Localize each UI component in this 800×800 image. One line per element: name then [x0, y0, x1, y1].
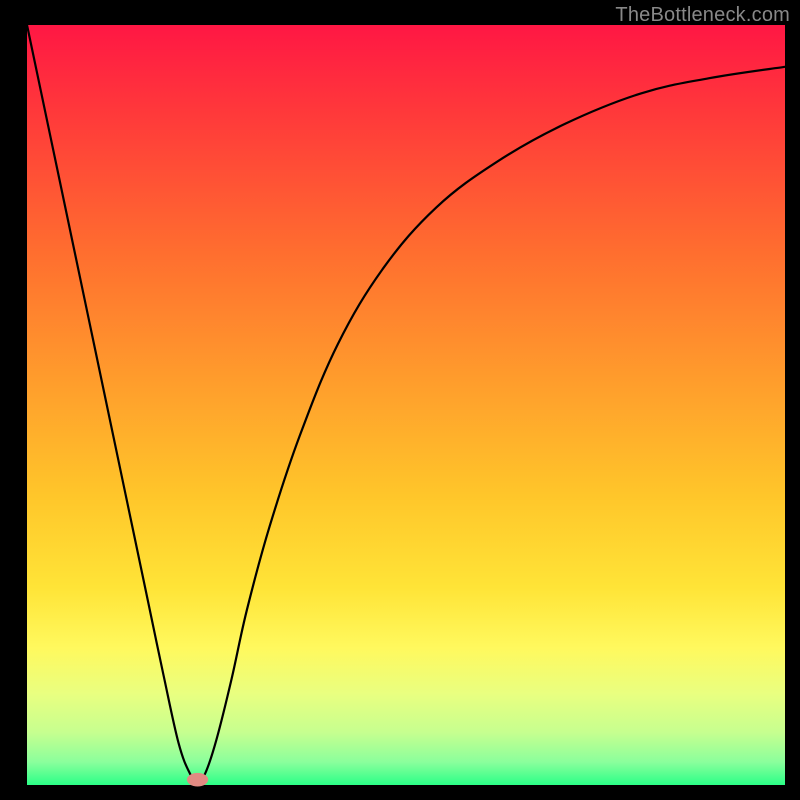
bottleneck-chart — [0, 0, 800, 800]
chart-root: TheBottleneck.com — [0, 0, 800, 800]
watermark-text: TheBottleneck.com — [615, 4, 790, 27]
plot-background — [27, 25, 785, 785]
optimal-marker — [187, 773, 208, 787]
